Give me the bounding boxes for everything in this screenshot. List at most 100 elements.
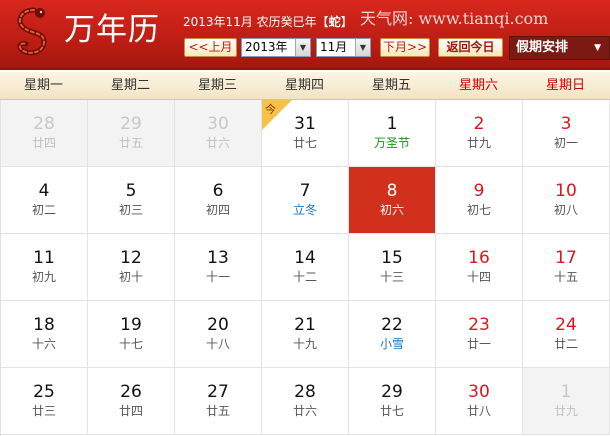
weekday-label: 星期二 <box>110 78 150 93</box>
lunar-date-label: 廿一 <box>466 337 491 351</box>
next-month-button[interactable]: 下月>> <box>380 38 430 57</box>
day-cell[interactable]: 27 廿五 <box>175 368 262 435</box>
day-cell[interactable]: 30 廿八 <box>436 368 523 435</box>
prev-month-button[interactable]: <<上月 <box>184 38 237 57</box>
day-cell[interactable]: 2 廿九 <box>436 100 523 167</box>
day-cell[interactable]: 1 万圣节 <box>349 100 436 167</box>
weekday-label: 星期一 <box>23 78 63 93</box>
day-cell[interactable]: 4 初二 <box>1 167 88 234</box>
lunar-date-label: 初一 <box>553 136 578 150</box>
lunar-date-label: 廿五 <box>205 404 230 418</box>
lunar-date-label: 初九 <box>31 270 56 284</box>
day-cell[interactable]: 6 初四 <box>175 167 262 234</box>
day-cell[interactable]: 22 小雪 <box>349 301 436 368</box>
day-number: 29 <box>120 114 142 134</box>
lunar-date-label: 廿五 <box>118 136 143 150</box>
day-cell[interactable]: 15 十三 <box>349 234 436 301</box>
weekday-header-row: 星期一 星期二 星期三 星期四 星期五 星期六 星期日 <box>0 72 610 100</box>
day-cell[interactable]: 26 廿四 <box>88 368 175 435</box>
day-cell[interactable]: 20 十八 <box>175 301 262 368</box>
day-number: 17 <box>555 248 577 268</box>
day-number: 1 <box>560 382 572 402</box>
lunar-date-label: 廿九 <box>466 136 491 150</box>
month-select[interactable]: 11月 ▼ <box>316 38 371 57</box>
caret-down-icon: ▼ <box>594 43 601 53</box>
day-cell[interactable]: 9 初七 <box>436 167 523 234</box>
day-cell[interactable]: 23 廿一 <box>436 301 523 368</box>
day-number: 24 <box>555 315 577 335</box>
holiday-schedule-menu[interactable]: 假期安排 ▼ <box>509 36 610 60</box>
lunar-date-label: 十六 <box>31 337 56 351</box>
lunar-date-label: 初四 <box>205 203 230 217</box>
day-number: 15 <box>381 248 403 268</box>
day-cell[interactable]: 28 廿六 <box>262 368 349 435</box>
day-number: 19 <box>120 315 142 335</box>
day-cell[interactable]: 16 十四 <box>436 234 523 301</box>
weekday-label: 星期六 <box>458 78 498 93</box>
snake-logo-icon <box>17 7 47 56</box>
lunar-date-label: 万圣节 <box>373 136 410 150</box>
day-cell[interactable]: 13 十一 <box>175 234 262 301</box>
lunar-date-label: 初八 <box>553 203 578 217</box>
day-cell[interactable]: 8 初六 <box>349 167 436 234</box>
lunar-date-label: 廿六 <box>292 404 317 418</box>
day-cell[interactable]: 5 初三 <box>88 167 175 234</box>
day-cell[interactable]: 10 初八 <box>523 167 610 234</box>
holiday-menu-label: 假期安排 <box>516 40 569 55</box>
zodiac-label: 蛇 <box>328 15 341 29</box>
day-cell[interactable]: 7 立冬 <box>262 167 349 234</box>
lunar-date-label: 初十 <box>118 270 143 284</box>
back-to-today-button[interactable]: 返回今日 <box>438 38 503 57</box>
day-number: 30 <box>207 114 229 134</box>
day-cell[interactable]: 29 廿五 <box>88 100 175 167</box>
chevron-down-icon: ▼ <box>295 39 310 56</box>
day-number: 3 <box>560 114 572 134</box>
day-number: 22 <box>381 315 403 335</box>
day-cell[interactable]: 1 廿九 <box>523 368 610 435</box>
day-number: 30 <box>468 382 490 402</box>
weekday-label: 星期日 <box>545 78 585 93</box>
weekday-label: 星期四 <box>284 78 324 93</box>
day-number: 1 <box>386 114 398 134</box>
today-flag-label: 今 <box>265 102 276 116</box>
lunar-date-label: 十七 <box>118 337 143 351</box>
day-number: 28 <box>33 114 55 134</box>
lunar-date-label: 十二 <box>292 270 317 284</box>
chevron-down-icon: ▼ <box>355 39 370 56</box>
lunar-date-label: 廿九 <box>553 404 578 418</box>
day-number: 4 <box>38 181 50 201</box>
day-cell[interactable]: 24 廿二 <box>523 301 610 368</box>
calendar-grid: 28 廿四 29 廿五 30 廿六 今 31 廿七 1 万圣节 2 廿九 3 初一 4 初二 5 初三 6 初四 7 立冬 8… <box>0 100 610 436</box>
day-number: 2 <box>473 114 485 134</box>
day-cell[interactable]: 17 十五 <box>523 234 610 301</box>
day-cell[interactable]: 11 初九 <box>1 234 88 301</box>
day-cell[interactable]: 19 十七 <box>88 301 175 368</box>
lunar-date-label: 十四 <box>466 270 491 284</box>
day-cell[interactable]: 28 廿四 <box>1 100 88 167</box>
lunar-date-label: 初三 <box>118 203 143 217</box>
lunar-date-label: 廿三 <box>31 404 56 418</box>
day-number: 8 <box>386 181 398 201</box>
site-name: 天气网: www.tianqi.com <box>360 9 549 28</box>
day-cell[interactable]: 14 十二 <box>262 234 349 301</box>
lunar-date-label: 廿七 <box>379 404 404 418</box>
day-cell[interactable]: 18 十六 <box>1 301 88 368</box>
year-select-value: 2013年 <box>245 40 288 54</box>
lunar-date-label: 廿四 <box>118 404 143 418</box>
day-cell[interactable]: 29 廿七 <box>349 368 436 435</box>
day-cell[interactable]: 30 廿六 <box>175 100 262 167</box>
day-cell[interactable]: 今 31 廿七 <box>262 100 349 167</box>
day-cell[interactable]: 12 初十 <box>88 234 175 301</box>
day-number: 23 <box>468 315 490 335</box>
lunar-date-label: 十九 <box>292 337 317 351</box>
year-select[interactable]: 2013年 ▼ <box>241 38 311 57</box>
today-corner-flag: 今 <box>262 100 292 130</box>
day-cell[interactable]: 3 初一 <box>523 100 610 167</box>
weekday-label: 星期三 <box>197 78 237 93</box>
day-number: 20 <box>207 315 229 335</box>
day-cell[interactable]: 21 十九 <box>262 301 349 368</box>
day-cell[interactable]: 25 廿三 <box>1 368 88 435</box>
day-number: 7 <box>299 181 311 201</box>
lunar-date-label: 廿八 <box>466 404 491 418</box>
lunar-year-info: 2013年11月 农历癸巳年【蛇】 <box>183 13 353 30</box>
